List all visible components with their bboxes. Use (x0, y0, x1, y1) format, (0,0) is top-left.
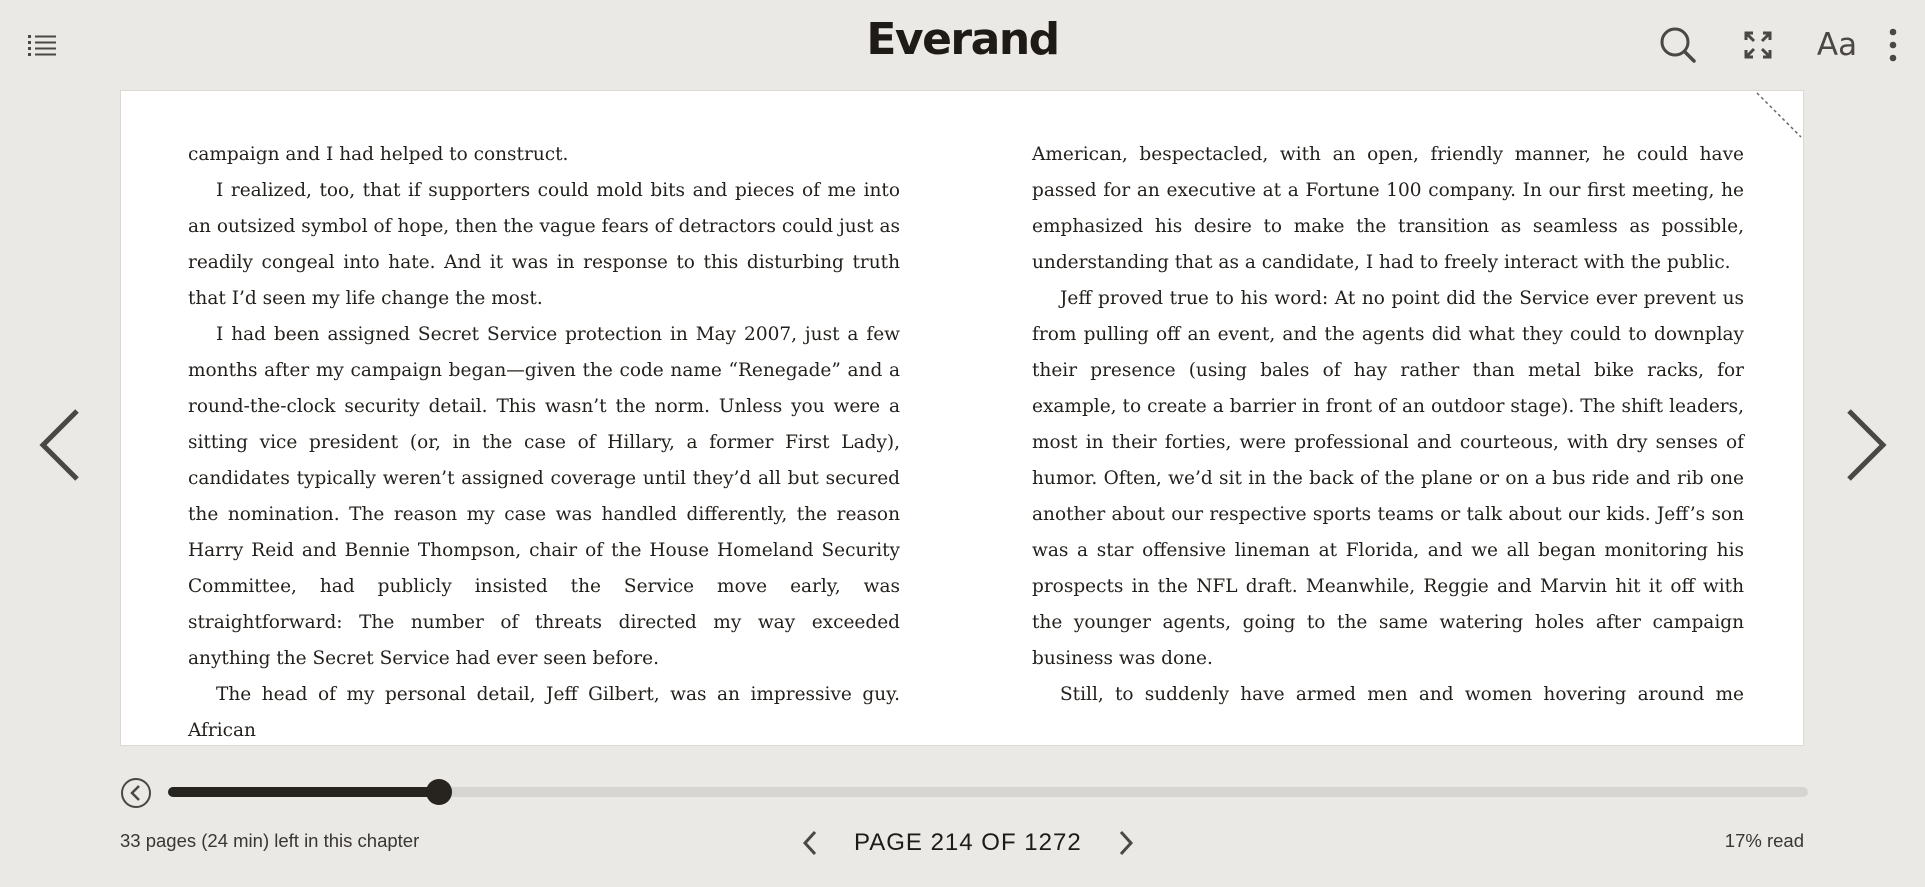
text-column-left: campaign and I had helped to construct. … (188, 137, 900, 749)
chevron-right-icon (1119, 830, 1133, 856)
chevron-left-icon (39, 409, 79, 481)
more-options-button[interactable] (1870, 22, 1916, 68)
search-icon (1660, 27, 1696, 63)
chevron-left-icon (802, 830, 817, 856)
font-settings-button[interactable]: Aa (1814, 22, 1860, 68)
top-bar: Everand Aa (0, 0, 1925, 90)
progress-fill (168, 787, 439, 797)
reader-footer: 33 pages (24 min) left in this chapter P… (0, 760, 1925, 887)
bookmark-corner[interactable] (1755, 91, 1803, 139)
previous-page-button[interactable] (30, 390, 90, 500)
paragraph: campaign and I had helped to construct. (188, 144, 569, 165)
paragraph: I realized, too, that if supporters coul… (188, 180, 900, 309)
page-number-label: PAGE 214 OF 1272 (854, 829, 1082, 856)
pager-next-button[interactable] (1106, 823, 1146, 863)
next-page-button[interactable] (1836, 390, 1896, 500)
expand-icon (1744, 31, 1772, 59)
font-settings-label: Aa (1816, 27, 1858, 63)
brand-logo: Everand (866, 14, 1060, 65)
fullscreen-button[interactable] (1735, 22, 1781, 68)
search-button[interactable] (1655, 22, 1701, 68)
paragraph: American, bespectacled, with an open, fr… (1032, 144, 1744, 273)
pager-previous-button[interactable] (790, 823, 830, 863)
circle-chevron-left-icon (121, 778, 151, 808)
paragraph: I had been assigned Secret Service prote… (188, 324, 900, 669)
page-indicator: PAGE 214 OF 1272 (790, 818, 1146, 868)
paragraph: Jeff proved true to his word: At no poin… (1032, 288, 1744, 669)
progress-slider[interactable] (168, 779, 1808, 805)
paragraph: Still, to suddenly have armed men and wo… (1060, 684, 1744, 705)
progress-thumb[interactable] (425, 779, 452, 805)
chevron-right-icon (1847, 409, 1887, 481)
percent-read: 17% read (1724, 830, 1804, 851)
paragraph: The head of my personal detail, Jeff Gil… (188, 684, 900, 741)
book-page: campaign and I had helped to construct. … (120, 90, 1804, 746)
return-to-position-button[interactable] (120, 777, 152, 809)
text-column-right: American, bespectacled, with an open, fr… (1032, 137, 1744, 713)
more-vertical-icon (1889, 28, 1897, 62)
chapter-remaining: 33 pages (24 min) left in this chapter (120, 830, 420, 851)
